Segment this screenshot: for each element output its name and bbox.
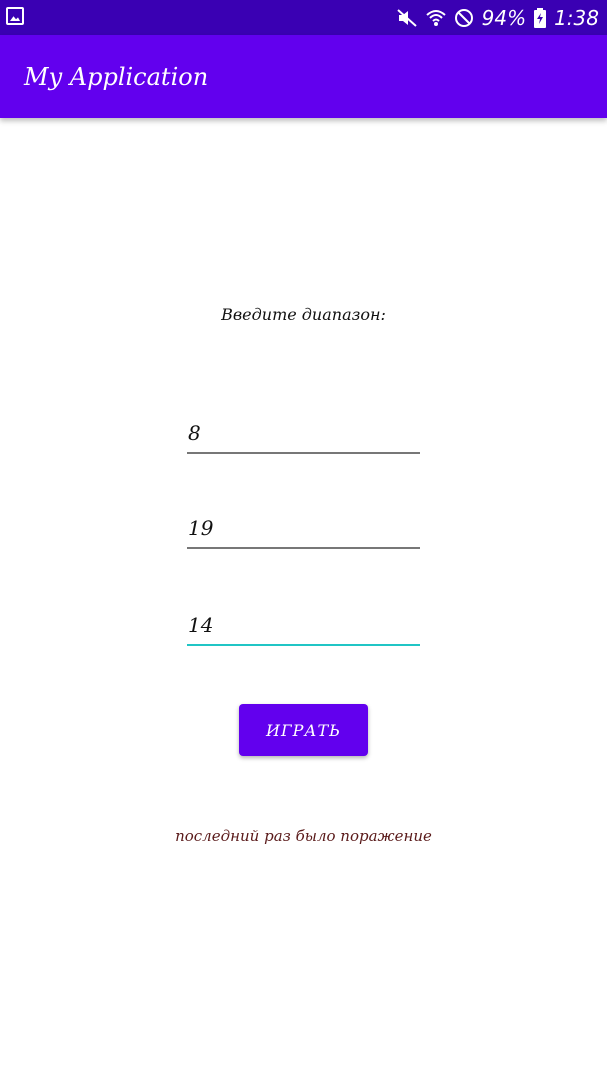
status-icons: 94% 1:38 — [396, 0, 599, 35]
wifi-icon — [425, 9, 446, 27]
guess-field — [187, 606, 420, 646]
battery-percent: 94% — [481, 5, 527, 30]
app-title: My Application — [24, 63, 209, 91]
status-bar: 94% 1:38 — [0, 0, 607, 35]
range-min-input[interactable] — [187, 414, 420, 452]
status-time: 1:38 — [554, 5, 599, 30]
range-max-field — [187, 509, 420, 549]
result-text: последний раз было поражение — [175, 827, 432, 845]
mute-icon — [396, 8, 418, 28]
range-min-field — [187, 414, 420, 454]
main-content: Введите диапазон: ИГРАТЬ последний раз б… — [0, 118, 607, 1080]
range-max-input[interactable] — [187, 509, 420, 547]
battery-icon — [534, 7, 547, 28]
image-notification-icon — [6, 7, 24, 25]
play-button[interactable]: ИГРАТЬ — [239, 704, 368, 756]
range-prompt: Введите диапазон: — [221, 305, 386, 324]
dnd-icon — [454, 8, 474, 28]
guess-input[interactable] — [187, 606, 420, 644]
app-bar: My Application — [0, 35, 607, 118]
